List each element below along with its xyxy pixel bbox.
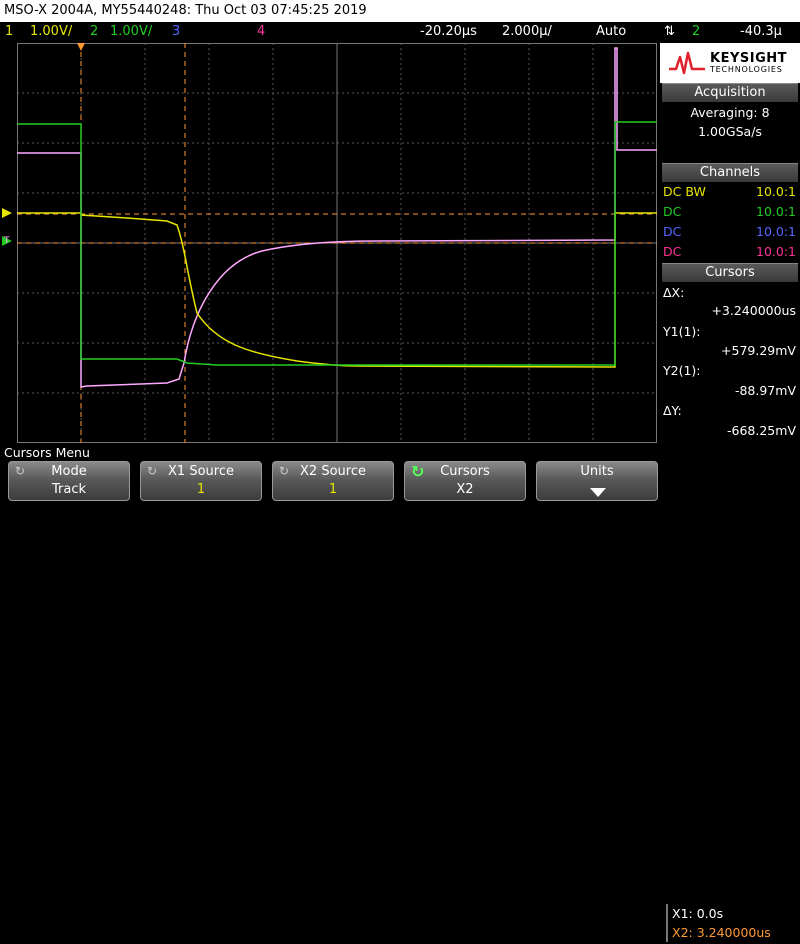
trigger-edge-icon: ⇅ xyxy=(664,24,675,39)
x1-source-value: 1 xyxy=(196,482,206,497)
x2-source-value: 1 xyxy=(328,482,338,497)
y2-value: -88.97mV xyxy=(734,383,796,398)
trigger-mode[interactable]: Auto xyxy=(596,22,626,42)
ch4-ground-marker: T xyxy=(3,236,10,246)
x1-source-label: X1 Source xyxy=(168,464,234,479)
mode-value: Track xyxy=(51,482,87,497)
logo-sub-text: TECHNOLOGIES xyxy=(710,65,783,74)
ch1-scale[interactable]: 1.00V/ xyxy=(30,22,72,42)
ch3-probe: 10.0:1 xyxy=(756,224,796,239)
y1-value: +579.29mV xyxy=(721,343,796,358)
ch3-number[interactable]: 3 xyxy=(172,22,180,42)
ch1-coupling: DC BW xyxy=(663,184,706,199)
ch1-number[interactable]: 1 xyxy=(5,22,13,42)
y2-label: Y2(1): xyxy=(663,363,701,378)
delta-x-value: +3.240000us xyxy=(711,303,796,318)
ch4-probe: 10.0:1 xyxy=(756,244,796,259)
waveform-display[interactable] xyxy=(17,43,657,443)
softkey-menu: Cursors Menu ↻ Mode Track ↻ X1 Source 1 … xyxy=(0,443,800,942)
cursors-label: Cursors xyxy=(440,464,490,479)
menu-title: Cursors Menu xyxy=(4,445,90,460)
logo-brand-text: KEYSIGHT xyxy=(710,51,787,66)
x2-source-softkey[interactable]: ↻ X2 Source 1 xyxy=(272,461,394,501)
ch2-scale[interactable]: 1.00V/ xyxy=(110,22,152,42)
y1-label: Y1(1): xyxy=(663,324,701,339)
delta-y-value: -668.25mV xyxy=(727,423,796,438)
submenu-arrow-icon xyxy=(590,488,606,497)
channel-markers: T xyxy=(2,208,12,246)
acquisition-header: Acquisition xyxy=(662,83,798,102)
cursors-softkey[interactable]: ↻ Cursors X2 xyxy=(404,461,526,501)
mode-softkey[interactable]: ↻ Mode Track xyxy=(8,461,130,501)
cursors-value: X2 xyxy=(456,482,474,497)
ch2-coupling: DC xyxy=(663,204,682,219)
keysight-logo: KEYSIGHT TECHNOLOGIES xyxy=(660,43,800,83)
ch4-number[interactable]: 4 xyxy=(257,22,265,42)
ch2-number[interactable]: 2 xyxy=(90,22,98,42)
mode-label: Mode xyxy=(51,464,87,479)
readout-x1: X1: 0.0s xyxy=(672,906,724,921)
waveform-graticule xyxy=(17,43,657,443)
ch1-ground-marker xyxy=(2,208,12,218)
channels-header: Channels xyxy=(662,163,798,182)
units-label: Units xyxy=(580,464,614,479)
ch1-probe: 10.0:1 xyxy=(756,184,796,199)
x2-source-label: X2 Source xyxy=(300,464,366,479)
delta-x-label: ΔX: xyxy=(663,285,685,300)
ch2-probe: 10.0:1 xyxy=(756,204,796,219)
readout-x2: X2: 3.240000us xyxy=(672,925,771,940)
units-softkey[interactable]: Units xyxy=(536,461,658,501)
right-panel: KEYSIGHT TECHNOLOGIES Acquisition Averag… xyxy=(660,43,800,443)
time-per-div[interactable]: 2.000µ/ xyxy=(502,22,552,42)
time-position[interactable]: -20.20µs xyxy=(420,22,477,42)
cursors-header: Cursors xyxy=(662,263,798,282)
trigger-level[interactable]: -40.3µ xyxy=(740,22,782,42)
channel-status-bar: 1 1.00V/ 2 1.00V/ 3 4 -20.20µs 2.000µ/ A… xyxy=(0,22,800,42)
averaging-value: Averaging: 8 xyxy=(690,105,770,120)
ch4-coupling: DC xyxy=(663,244,682,259)
sample-rate-value: 1.00GSa/s xyxy=(698,124,762,139)
x1-source-softkey[interactable]: ↻ X1 Source 1 xyxy=(140,461,262,501)
delta-y-label: ΔY: xyxy=(663,403,682,418)
cursor-readout: X1: 0.0s X2: 3.240000us xyxy=(666,904,798,944)
window-title: MSO-X 2004A, MY55440248: Thu Oct 03 07:4… xyxy=(0,0,800,22)
keysight-wave-icon xyxy=(669,51,705,75)
trigger-channel[interactable]: 2 xyxy=(692,22,700,42)
ch3-coupling: DC xyxy=(663,224,682,239)
